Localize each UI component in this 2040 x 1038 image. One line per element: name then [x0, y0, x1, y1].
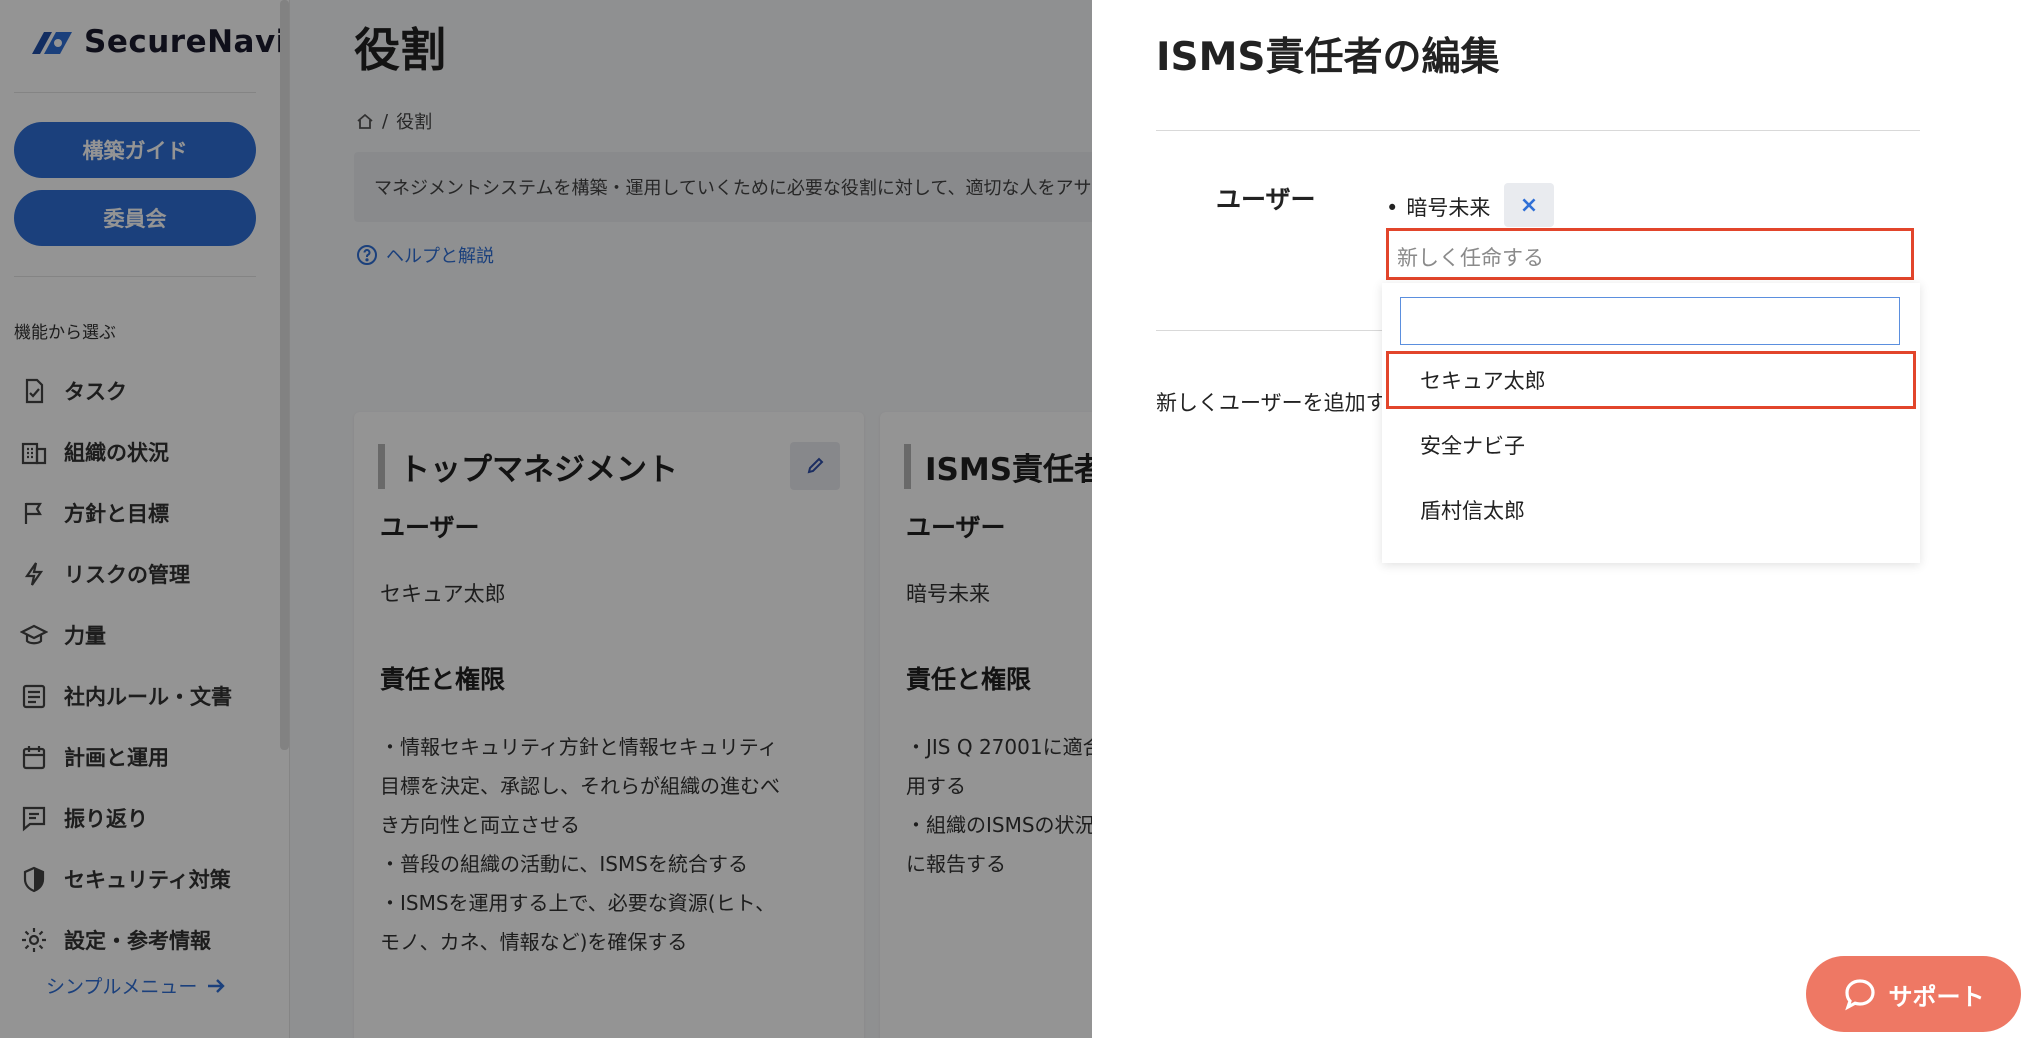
support-button[interactable]: サポート: [1806, 956, 2021, 1032]
appoint-select-placeholder: 新しく任命する: [1397, 246, 1544, 270]
user-field-label: ユーザー: [1216, 185, 1316, 214]
chat-bubble-icon: [1844, 979, 1875, 1011]
drawer-divider: [1156, 130, 1920, 131]
edit-drawer: ISMS責任者の編集 ユーザー 暗号未来 × 新しく任命する 新しくユーザーを追…: [1092, 0, 2040, 1038]
close-icon: ×: [1519, 192, 1539, 218]
assigned-user-item: 暗号未来: [1386, 192, 1490, 222]
add-user-text: 新しくユーザーを追加す: [1156, 391, 1387, 415]
user-dropdown: セキュア太郎 安全ナビ子 盾村信太郎: [1382, 283, 1920, 563]
dropdown-option[interactable]: セキュア太郎: [1386, 351, 1916, 409]
support-label: サポート: [1888, 982, 1985, 1011]
remove-user-button[interactable]: ×: [1504, 183, 1554, 227]
drawer-title: ISMS責任者の編集: [1156, 35, 1500, 80]
dropdown-option[interactable]: 盾村信太郎: [1382, 481, 1920, 539]
modal-overlay[interactable]: [0, 0, 1092, 1038]
dropdown-option[interactable]: 安全ナビ子: [1382, 416, 1920, 474]
dropdown-search-input[interactable]: [1400, 297, 1900, 345]
appoint-select[interactable]: 新しく任命する: [1386, 228, 1914, 280]
